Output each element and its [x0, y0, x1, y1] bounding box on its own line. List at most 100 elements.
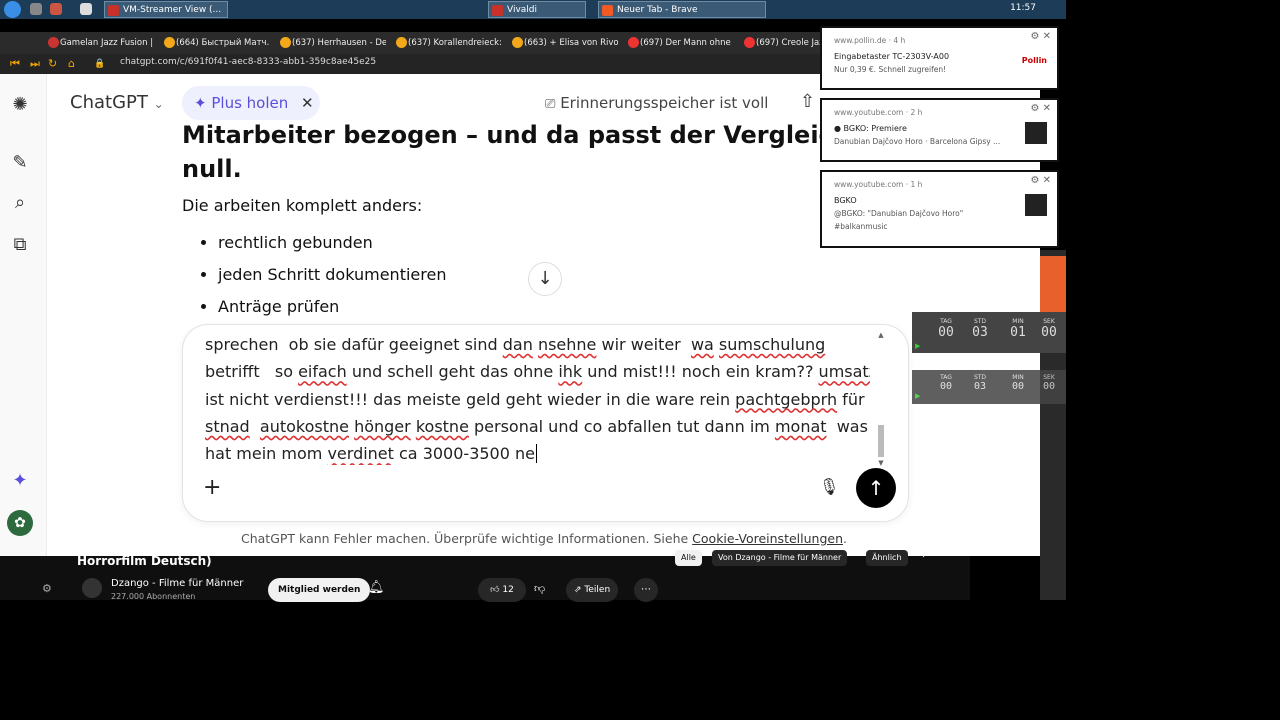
play-icon[interactable]: ▶ [915, 392, 920, 400]
channel-name[interactable]: Dzango - Filme für Männer [111, 578, 243, 589]
brave-icon [602, 5, 613, 16]
library-icon[interactable]: ⧉ [9, 234, 31, 256]
browser-tab[interactable]: (697) Der Mann ohne Ner [626, 32, 734, 54]
dislike-icon[interactable]: 👎︎ [534, 582, 545, 595]
text-segment [250, 417, 260, 436]
browser-tab[interactable]: Gamelan Jazz Fusion | Ind [46, 32, 154, 54]
scrollbar-thumb[interactable] [878, 425, 884, 457]
assistant-message: Mitarbeiter bezogen – und da passt der V… [182, 121, 875, 323]
send-button[interactable]: ↑ [856, 468, 896, 508]
notification-thumbnail [1025, 122, 1047, 144]
scroll-down-arrow-icon[interactable]: ▼ [877, 459, 885, 467]
new-chat-icon[interactable]: ✎ [9, 152, 31, 174]
misspelled-word: eifach [298, 362, 347, 382]
taskbar-clock[interactable]: 11:57 [1010, 3, 1036, 13]
misspelled-word: pachtgebprh [735, 389, 838, 409]
channel-avatar[interactable] [82, 578, 102, 598]
video-title[interactable]: Horrorfilm Deutsch) [77, 554, 212, 568]
text-segment: betrifft so [205, 362, 299, 382]
sparkle-icon[interactable]: ✦ [9, 470, 31, 492]
tab-favicon-icon [628, 37, 639, 48]
search-icon[interactable]: ⌕ [9, 192, 31, 214]
misspelled-word: verdinet [327, 444, 394, 464]
text-segment: ist nicht verdienst!!! das meiste geld g… [205, 389, 736, 409]
chip-all[interactable]: Alle [675, 550, 702, 566]
scroll-to-bottom-button[interactable]: ↓ [528, 262, 562, 296]
background-window [1040, 250, 1066, 600]
text-segment: was [826, 416, 868, 436]
close-icon[interactable]: ⚙ ✕ [1030, 175, 1051, 186]
message-composer[interactable]: sprechen ob sie dafür geeignet sind dan … [182, 324, 909, 522]
composer-line: ist nicht verdienst!!! das meiste geld g… [205, 386, 870, 413]
composer-line: betrifft so eifach und schell geht das o… [205, 358, 870, 385]
notification-youtube-premiere[interactable]: www.youtube.com · 2 h ⚙ ✕ ● BGKO: Premie… [820, 98, 1059, 162]
notification-source: www.youtube.com · 2 h [834, 108, 923, 117]
composer-line: hat mein mom verdinet ca 3000-3500 ne [205, 440, 870, 465]
cookie-settings-link[interactable]: Cookie-Voreinstellungen [692, 531, 843, 546]
taskbar-app-icon[interactable] [30, 3, 42, 15]
countdown-timer[interactable]: TAG 00 STD 03 MIN 00 SEK 00 ▶ [912, 370, 1066, 404]
scroll-up-arrow-icon[interactable]: ▲ [877, 331, 885, 339]
browser-tab[interactable]: (663) + Elisa von Rivomb [510, 32, 618, 54]
plus-upgrade-button[interactable]: ✦ Plus holen ✕ [182, 86, 320, 120]
chevron-right-icon[interactable]: › [922, 550, 926, 561]
notification-pollin[interactable]: www.pollin.de · 4 h ⚙ ✕ Eingabetaster TC… [820, 26, 1059, 90]
misspelled-word: stnad [205, 416, 250, 436]
browser-tab-bar: Gamelan Jazz Fusion | Ind (664) Быстрый … [0, 32, 820, 54]
home-icon[interactable]: ⌂ [68, 56, 75, 72]
sparkle-icon: ✦ [194, 94, 207, 112]
countdown-timer[interactable]: TAG 00 STD 03 MIN 01 SEK 00 ▶ [912, 312, 1066, 353]
taskbar-task-vivaldi[interactable]: Vivaldi [488, 1, 586, 18]
disclaimer: ChatGPT kann Fehler machen. Überprüfe wi… [241, 531, 847, 546]
close-icon[interactable]: ⚙ ✕ [1030, 103, 1051, 114]
close-icon[interactable]: ✕ [301, 94, 314, 112]
composer-scrollbar[interactable]: ▲ ▼ [877, 331, 885, 467]
notification-youtube-bgko[interactable]: www.youtube.com · 1 h ⚙ ✕ BGKO @BGKO: "D… [820, 170, 1059, 248]
browser-tab[interactable]: (664) Быстрый Матч. Ма [162, 32, 270, 54]
share-button[interactable]: ⇗ Teilen [566, 578, 619, 602]
taskbar-task-brave[interactable]: Neuer Tab - Brave [598, 1, 766, 18]
reload-icon[interactable]: ↻ [48, 56, 57, 72]
like-button[interactable]: 👍︎ 12 [478, 578, 526, 602]
chip-from-channel[interactable]: Von Dzango - Filme für Männer [712, 550, 848, 566]
lock-icon: 🔒 [94, 59, 106, 69]
openai-logo-icon[interactable]: ✺ [9, 94, 31, 116]
share-icon[interactable]: ⇧ [800, 91, 815, 112]
forward-icon[interactable]: ⏭ [30, 56, 40, 72]
notification-bell-icon[interactable]: 🔔︎ [368, 580, 385, 595]
tab-favicon-icon [744, 37, 755, 48]
browser-tab[interactable]: (697) Creole Jazz F [742, 32, 820, 54]
chip-related[interactable]: Ähnlich [866, 550, 908, 566]
notification-source: www.pollin.de · 4 h [834, 36, 906, 45]
text-segment: für [837, 389, 865, 409]
youtube-video-info-strip: ⚙ Horrorfilm Deutsch) Dzango - Filme für… [0, 550, 970, 602]
microphone-icon[interactable]: 🎙 [819, 477, 839, 496]
pollin-logo: Pollin [1021, 56, 1047, 65]
settings-gear-icon[interactable]: ⚙ [42, 582, 52, 595]
tab-favicon-icon [280, 37, 291, 48]
list-item: Anträge prüfen [218, 291, 862, 323]
attach-plus-icon[interactable]: + [203, 475, 221, 500]
timer-unit-minutes: MIN 01 [1010, 318, 1026, 340]
tab-favicon-icon [164, 37, 175, 48]
start-orb-icon[interactable] [4, 1, 21, 18]
model-selector[interactable]: ChatGPT ⌄ [70, 92, 164, 113]
prompt-textarea[interactable]: sprechen ob sie dafür geeignet sind dan … [205, 331, 870, 465]
more-actions-icon[interactable]: ⋯ [634, 578, 658, 602]
taskbar-app-icon[interactable] [80, 3, 92, 15]
browser-tab[interactable]: (637) Herrhausen - Der H [278, 32, 386, 54]
composer-line: sprechen ob sie dafür geeignet sind dan … [205, 331, 870, 358]
composer-line: stnad autokostne hönger kostne personal … [205, 413, 870, 440]
back-icon[interactable]: ⏮ [10, 56, 20, 72]
browser-tab[interactable]: (637) Korallendreieck: Da [394, 32, 502, 54]
text-segment: hat mein mom [205, 444, 328, 464]
misspelled-word: autokostne [259, 416, 349, 436]
taskbar-task-vm-streamer[interactable]: VM-Streamer View (... [104, 1, 228, 18]
play-icon[interactable]: ▶ [915, 342, 920, 350]
timer-unit-seconds: SEK 00 [1041, 318, 1057, 340]
taskbar-app-icon[interactable] [50, 3, 62, 15]
close-icon[interactable]: ⚙ ✕ [1030, 31, 1051, 42]
url-field[interactable]: chatgpt.com/c/691f0f41-aec8-8333-abb1-35… [120, 57, 376, 67]
memory-full-notice[interactable]: ⎚ Erinnerungsspeicher ist voll [545, 94, 768, 112]
join-member-button[interactable]: Mitglied werden [268, 578, 371, 602]
